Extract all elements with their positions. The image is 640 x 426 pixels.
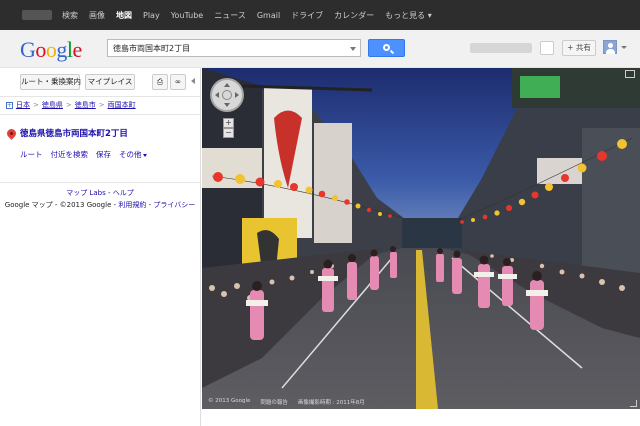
google-logo[interactable]: Google	[20, 37, 82, 63]
account-email-blur	[470, 43, 532, 53]
nav-news[interactable]: ニュース	[214, 10, 246, 21]
divider	[0, 114, 200, 115]
chevron-right-icon: >	[33, 101, 39, 109]
collapse-panel-icon[interactable]	[191, 78, 195, 84]
more-link-label: その他	[119, 150, 142, 159]
building-right-near	[582, 128, 640, 278]
location-pin-icon	[5, 127, 18, 140]
nav-youtube[interactable]: YouTube	[171, 11, 204, 20]
pan-right-icon[interactable]	[235, 92, 239, 98]
print-icon[interactable]: ⎙	[152, 74, 168, 90]
fullscreen-icon[interactable]	[625, 70, 635, 78]
chevron-down-icon[interactable]	[350, 47, 356, 51]
link-icon[interactable]: ∞	[170, 74, 186, 90]
street-view[interactable]: + − © 2013 Google 問題の報告 画像撮影時期 : 2011年8月	[202, 68, 640, 409]
green-sign	[520, 76, 560, 98]
pan-control[interactable]	[210, 78, 244, 112]
street-view-attribution: © 2013 Google 問題の報告 画像撮影時期 : 2011年8月	[208, 398, 365, 406]
breadcrumb-japan[interactable]: 日本	[16, 100, 30, 110]
breadcrumb-tokushima-pref[interactable]: 徳島県	[42, 100, 63, 110]
chevron-right-icon: >	[65, 101, 72, 109]
save-link[interactable]: 保存	[96, 149, 111, 160]
zoom-in-button[interactable]: +	[223, 118, 234, 128]
search-icon	[383, 44, 390, 51]
myplace-button[interactable]: マイプレイス	[85, 74, 135, 90]
search-input[interactable]: 徳島市両国本町2丁目	[107, 39, 361, 57]
breadcrumb: + 日本 > 徳島県 > 徳島市 > 両国本町	[6, 100, 136, 110]
terms-link[interactable]: 利用規約	[118, 201, 146, 209]
nav-calendar[interactable]: カレンダー	[334, 10, 374, 21]
nav-drive[interactable]: ドライブ	[291, 10, 323, 21]
search-button[interactable]	[368, 39, 405, 57]
footer-links[interactable]: マップ Labs - ヘルプ	[0, 188, 200, 198]
more-link[interactable]: その他	[119, 149, 147, 160]
search-input-value: 徳島市両国本町2丁目	[113, 44, 191, 53]
google-top-bar: 検索 画像 地図 Play YouTube ニュース Gmail ドライブ カレ…	[0, 0, 640, 30]
share-button[interactable]: + 共有	[562, 40, 596, 56]
shop-sign	[202, 148, 262, 188]
street-view-image[interactable]	[202, 68, 640, 409]
breadcrumb-tokushima-city[interactable]: 徳島市	[75, 100, 96, 110]
footer-copyright: Google マップ - ©2013 Google - 利用規約 - プライバシ…	[0, 200, 200, 210]
google-maps-window: 検索 画像 地図 Play YouTube ニュース Gmail ドライブ カレ…	[0, 0, 640, 426]
pan-down-icon[interactable]	[224, 103, 230, 107]
copyright-text: © 2013 Google	[208, 398, 251, 404]
avatar[interactable]	[603, 40, 617, 54]
nav-search[interactable]: 検索	[62, 10, 78, 21]
divider	[0, 182, 200, 183]
report-problem-link[interactable]: 問題の報告	[260, 398, 288, 406]
compass-icon	[222, 90, 232, 100]
privacy-link[interactable]: プライバシー	[153, 201, 195, 209]
resize-corner-icon[interactable]	[630, 400, 637, 407]
footer-copyright-text: Google マップ - ©2013 Google -	[4, 201, 119, 209]
pan-left-icon[interactable]	[215, 92, 219, 98]
divider	[0, 96, 200, 97]
building-left-sign	[314, 123, 352, 243]
nav-maps[interactable]: 地図	[116, 10, 132, 21]
chevron-right-icon: >	[98, 101, 105, 109]
nav-images[interactable]: 画像	[89, 10, 105, 21]
pan-up-icon[interactable]	[224, 83, 230, 87]
left-panel: ルート・乗換案内 マイプレイス ⎙ ∞ + 日本 > 徳島県 > 徳島市 > 両…	[0, 68, 201, 426]
place-title[interactable]: 徳島県徳島市両国本町2丁目	[20, 127, 128, 139]
search-nearby-link[interactable]: 付近を検索	[51, 149, 89, 160]
nav-more[interactable]: もっと見る ▾	[385, 10, 432, 21]
notification-button[interactable]	[540, 41, 554, 55]
place-actions: ルート 付近を検索 保存 その他	[20, 149, 147, 160]
zoom-out-button[interactable]: −	[223, 128, 234, 138]
maps-header: Google 徳島市両国本町2丁目 + 共有	[0, 30, 640, 68]
capture-date: 画像撮影時期 : 2011年8月	[297, 400, 365, 406]
route-button[interactable]: ルート・乗換案内	[20, 74, 81, 90]
route-link[interactable]: ルート	[20, 149, 43, 160]
chevron-down-icon[interactable]	[621, 46, 627, 49]
nav-play[interactable]: Play	[143, 11, 160, 20]
nav-gmail[interactable]: Gmail	[257, 11, 280, 20]
expand-icon[interactable]: +	[6, 101, 13, 109]
chevron-down-icon	[142, 153, 147, 157]
google-top-nav: 検索 画像 地図 Play YouTube ニュース Gmail ドライブ カレ…	[62, 0, 432, 30]
user-name-blur	[22, 10, 52, 20]
breadcrumb-ryogoku[interactable]: 両国本町	[108, 100, 136, 110]
